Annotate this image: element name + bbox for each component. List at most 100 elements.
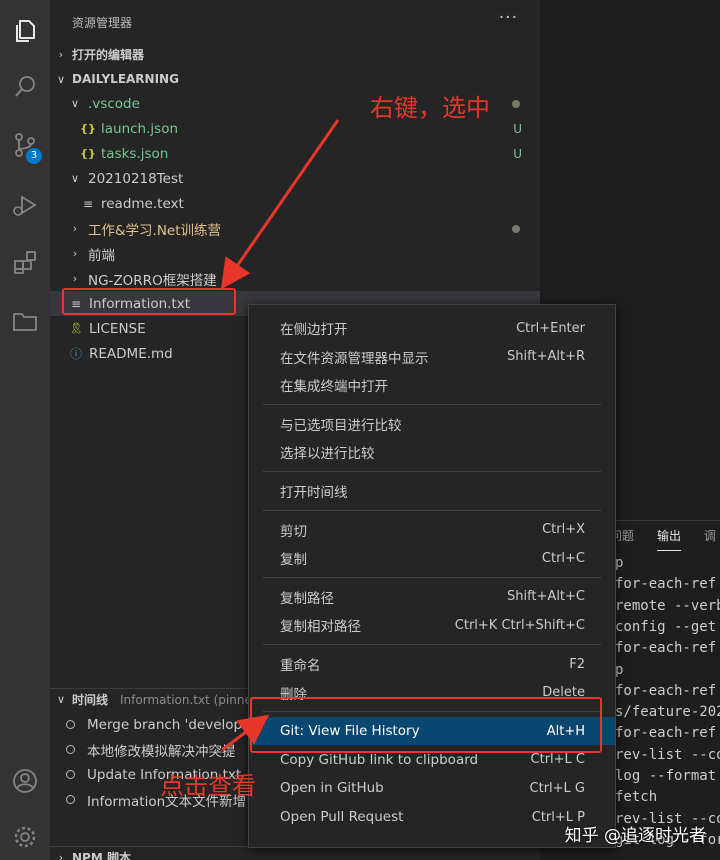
menu-item[interactable]: 在文件资源管理器中显示 Shift+Alt+R (249, 343, 615, 371)
menu-item-label: 在侧边打开 (280, 322, 348, 338)
menu-item-label: 复制 (280, 552, 307, 569)
account-icon[interactable] (0, 758, 50, 804)
menu-item-label: 选择以进行比较 (280, 446, 375, 463)
commit-node-icon (66, 770, 75, 779)
menu-item-shortcut: Ctrl+Enter (516, 320, 585, 336)
menu-separator (263, 644, 601, 645)
menu-item-label: 在文件资源管理器中显示 (280, 350, 429, 367)
folder-icon[interactable] (0, 298, 50, 344)
scm-badge: 3 (26, 148, 42, 164)
tree-item-folder-net[interactable]: › 工作&学习.Net训练营 (50, 216, 540, 241)
output-line: s/feature-202 (615, 704, 720, 721)
activity-bar: 3 (0, 0, 50, 860)
menu-separator (263, 471, 601, 472)
run-debug-icon[interactable] (0, 182, 50, 228)
npm-scripts-label: NPM 脚本 (72, 851, 131, 860)
menu-item-shortcut: Shift+Alt+C (506, 589, 585, 605)
explorer-icon[interactable] (0, 8, 50, 54)
output-line: for-each-ref (615, 725, 717, 742)
tree-item-label: 20210218Test (88, 170, 184, 187)
tree-item-label: readme.text (101, 195, 184, 212)
output-line: config --get (615, 618, 717, 635)
output-line: log --format (615, 768, 717, 784)
open-editors-header[interactable]: › 打开的编辑器 (50, 43, 540, 65)
chevron-down-icon: ∨ (70, 172, 80, 185)
output-line: remote --verb (615, 597, 720, 614)
menu-item-label: Open in GitHub (280, 780, 384, 797)
explorer-title: 资源管理器 (72, 16, 133, 30)
menu-item-label: 重命名 (280, 658, 321, 674)
open-editors-label: 打开的编辑器 (72, 47, 145, 62)
npm-scripts-header[interactable]: › NPM 脚本 (50, 846, 540, 860)
output-line: for-each-ref (615, 682, 717, 699)
source-control-icon[interactable]: 3 (0, 122, 50, 168)
menu-item[interactable]: 与已选项目进行比较 (249, 410, 615, 438)
menu-item-shortcut: F2 (569, 656, 585, 672)
untracked-status: U (513, 146, 522, 161)
menu-item-label: Copy GitHub link to clipboard (280, 751, 479, 768)
context-menu: 在侧边打开 Ctrl+Enter 在文件资源管理器中显示 Shift+Alt+R 在集成… (248, 304, 616, 848)
modified-dot-icon (512, 99, 520, 108)
text-file-icon: ≡ (82, 196, 94, 211)
chevron-down-icon: ∨ (70, 97, 80, 110)
workspace-label: DAILYLEARNING (72, 72, 179, 86)
menu-item[interactable]: Open in GitHub Ctrl+L G (249, 774, 615, 802)
menu-item[interactable]: Open Pull Request Ctrl+L P (249, 803, 615, 831)
tree-item-label: .vscode (88, 95, 140, 112)
more-actions-icon[interactable]: ··· (499, 8, 518, 28)
menu-item-label: 与已选项目进行比较 (280, 417, 402, 434)
license-file-icon: 🎗 (69, 322, 83, 335)
tree-item-label: NG-ZORRO框架搭建 (88, 272, 217, 289)
menu-item-label: 剪切 (280, 523, 307, 540)
watermark: 知乎 @追逐时光者 (564, 826, 706, 846)
tree-item-label: 前端 (88, 247, 115, 264)
highlight-box-menu (250, 697, 602, 753)
tab-debug[interactable]: 调 (704, 527, 716, 544)
menu-item-shortcut: Ctrl+L G (529, 780, 585, 796)
menu-item-label: 打开时间线 (280, 485, 348, 501)
annotation-click-view: 点击查看 (160, 772, 256, 800)
menu-item-label: 复制相对路径 (280, 619, 361, 636)
chevron-right-icon: › (58, 851, 64, 860)
commit-node-icon (66, 795, 75, 804)
chevron-right-icon: › (72, 247, 78, 260)
menu-item[interactable]: 在集成终端中打开 (249, 371, 615, 399)
tree-item-folder-frontend[interactable]: › 前端 (50, 241, 540, 266)
menu-item[interactable]: 重命名 F2 (249, 650, 615, 678)
search-icon[interactable] (0, 64, 50, 110)
tab-output[interactable]: 输出 (657, 527, 682, 551)
menu-item[interactable]: 在侧边打开 Ctrl+Enter (249, 314, 615, 342)
chevron-down-icon: ∨ (56, 72, 66, 86)
menu-item[interactable]: 剪切 Ctrl+X (249, 516, 615, 544)
tree-item-label: LICENSE (89, 320, 146, 337)
commit-node-icon (66, 745, 75, 754)
timeline-item-label: 本地修改模拟解决冲突提 (87, 743, 236, 760)
timeline-subtitle: Information.txt (pinned) (120, 692, 265, 707)
menu-item[interactable]: 复制相对路径 Ctrl+K Ctrl+Shift+C (249, 611, 615, 639)
commit-node-icon (66, 720, 75, 729)
tree-item-folder-20210218test[interactable]: ∨ 20210218Test (50, 166, 540, 191)
menu-item-label: 复制路径 (280, 590, 334, 607)
menu-item[interactable]: 复制 Ctrl+C (249, 544, 615, 572)
settings-gear-icon[interactable] (0, 814, 50, 860)
menu-item[interactable]: 打开时间线 (249, 477, 615, 505)
workspace-header[interactable]: ∨ DAILYLEARNING (50, 68, 540, 90)
timeline-item-label: Merge branch 'develop (87, 716, 243, 733)
tree-item-label: launch.json (101, 120, 179, 137)
menu-item-shortcut: Ctrl+L C (530, 752, 585, 768)
highlight-box-file (62, 288, 236, 315)
json-file-icon: {} (80, 147, 96, 160)
chevron-right-icon: › (72, 222, 78, 235)
output-line: p (615, 555, 624, 571)
menu-item[interactable]: 复制路径 Shift+Alt+C (249, 583, 615, 611)
chevron-right-icon: › (58, 47, 64, 61)
chevron-down-icon: ∨ (56, 693, 66, 706)
output-line: p (615, 661, 624, 678)
menu-separator (263, 403, 601, 405)
tree-item-tasks-json[interactable]: {} tasks.json U (50, 141, 540, 166)
tree-item-readme-text[interactable]: ≡ readme.text (50, 191, 540, 216)
menu-separator (263, 576, 601, 578)
menu-item[interactable]: 选择以进行比较 (249, 438, 615, 466)
tree-item-label: README.md (89, 345, 173, 362)
extensions-icon[interactable] (0, 240, 50, 286)
